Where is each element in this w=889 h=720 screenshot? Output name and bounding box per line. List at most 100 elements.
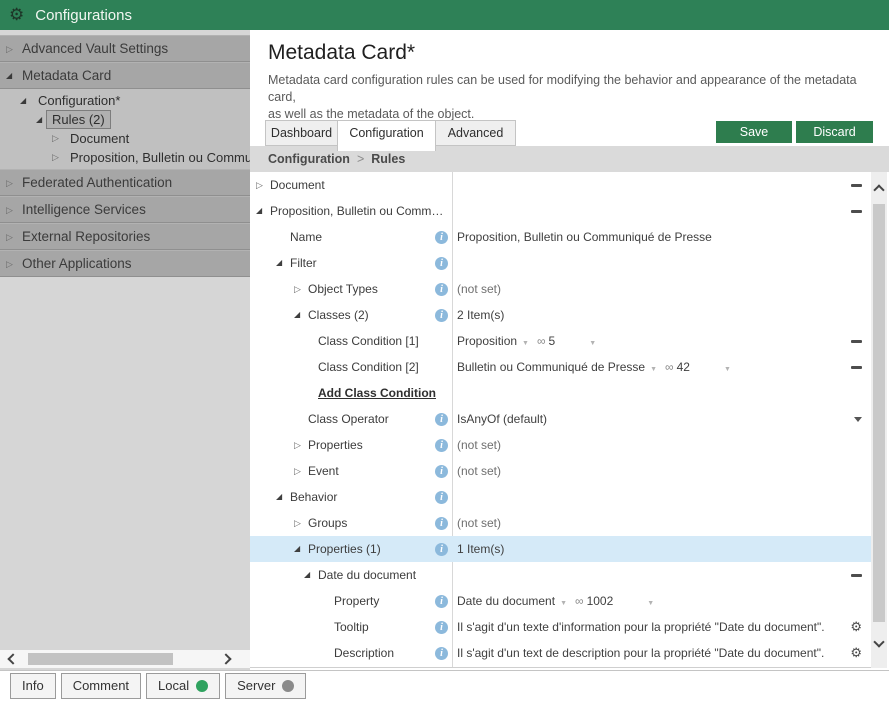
collapsed-expander-icon[interactable]: ▷ (6, 251, 13, 277)
dropdown-icon[interactable] (854, 417, 862, 422)
grid-row-date-du-document[interactable]: ◢ Date du document (250, 562, 871, 588)
grid-row-event[interactable]: ▷Eventi(not set) (250, 458, 871, 484)
remove-row-button[interactable] (851, 574, 862, 577)
info-icon: i (435, 517, 448, 530)
expanded-expander-icon[interactable]: ◢ (256, 198, 262, 224)
statusbar-tab-label: Server (237, 674, 275, 698)
add-class-condition-link[interactable]: Add Class Condition (318, 380, 436, 406)
vertical-scrollbar[interactable] (871, 172, 887, 668)
picker-id[interactable]: 1002 (587, 594, 614, 608)
grid-row-document[interactable]: ▷Document (250, 172, 871, 198)
collapsed-expander-icon[interactable]: ▷ (294, 510, 301, 536)
statusbar-tab-info[interactable]: Info (10, 673, 56, 699)
grid-row-label: Date du document (318, 562, 416, 588)
expanded-expander-icon[interactable]: ◢ (294, 302, 300, 328)
sidebar-item-other-applications[interactable]: ▷Other Applications (0, 250, 250, 277)
grid-row-proposition-bulletin-ou-communiqu-de-presse[interactable]: ◢Proposition, Bulletin ou Communiqué de … (250, 198, 871, 224)
sidebar-item-metadata-card[interactable]: ◢Metadata Card (0, 62, 250, 89)
grid-row-classes-2[interactable]: ◢Classes (2)i2 Item(s) (250, 302, 871, 328)
picker-id[interactable]: 42 (677, 360, 690, 374)
dropdown-icon[interactable]: ▼ (560, 600, 567, 607)
grid-row-properties-1[interactable]: ◢Properties (1)i1 Item(s) (250, 536, 871, 562)
collapsed-expander-icon[interactable]: ▷ (294, 276, 301, 302)
expanded-expander-icon[interactable]: ◢ (20, 91, 26, 110)
grid-row-properties[interactable]: ▷Propertiesi(not set) (250, 432, 871, 458)
row-controls (851, 562, 862, 588)
grid-row-value: Proposition▼∞5▼ (457, 328, 601, 357)
tab-dashboard[interactable]: Dashboard (265, 120, 338, 146)
status-bar: InfoComment Local Server (0, 670, 889, 720)
tab-advanced[interactable]: Advanced (435, 120, 516, 146)
dropdown-icon[interactable]: ▼ (647, 600, 654, 607)
remove-row-button[interactable] (851, 184, 862, 187)
grid-row-description[interactable]: DescriptioniIl s'agit d'un text de descr… (250, 640, 871, 666)
value-text: Proposition, Bulletin ou Communiqué de P… (457, 230, 712, 244)
dropdown-icon[interactable]: ▼ (724, 366, 731, 373)
sidebar-tree-item-document[interactable]: ▷Document (0, 129, 250, 148)
statusbar-tab-label: Local (158, 674, 189, 698)
statusbar-tab-server[interactable]: Server (225, 673, 306, 699)
scroll-down-icon[interactable] (873, 636, 884, 647)
grid-row-property[interactable]: PropertyiDate du document▼∞1002▼ (250, 588, 871, 614)
scroll-left-icon[interactable] (7, 653, 18, 664)
dropdown-icon[interactable]: ▼ (589, 340, 596, 347)
breadcrumb-item-configuration[interactable]: Configuration (268, 152, 350, 166)
breadcrumb-item-rules[interactable]: Rules (371, 152, 405, 166)
settings-gear-icon[interactable]: ⚙ (850, 645, 862, 661)
picker-value[interactable]: Bulletin ou Communiqué de Presse (457, 360, 645, 374)
grid-row-filter[interactable]: ◢Filteri (250, 250, 871, 276)
horizontal-scrollbar[interactable] (0, 650, 250, 668)
sidebar-item-advanced-vault-settings[interactable]: ▷Advanced Vault Settings (0, 35, 250, 62)
expanded-expander-icon[interactable]: ◢ (36, 110, 42, 129)
grid-row-class-operator[interactable]: Class OperatoriIsAnyOf (default) (250, 406, 871, 432)
grid-row-groups[interactable]: ▷Groupsi(not set) (250, 510, 871, 536)
collapsed-expander-icon[interactable]: ▷ (6, 36, 13, 62)
settings-gear-icon[interactable]: ⚙ (850, 619, 862, 635)
vertical-scroll-thumb[interactable] (873, 204, 885, 622)
grid-row-behavior[interactable]: ◢Behaviori (250, 484, 871, 510)
dropdown-icon[interactable]: ▼ (522, 340, 529, 347)
statusbar-tab-local[interactable]: Local (146, 673, 220, 699)
picker-value[interactable]: Proposition (457, 334, 517, 348)
remove-row-button[interactable] (851, 210, 862, 213)
collapsed-expander-icon[interactable]: ▷ (256, 172, 263, 198)
sidebar-item-label: Intelligence Services (22, 197, 146, 223)
expanded-expander-icon[interactable]: ◢ (304, 562, 310, 588)
expanded-expander-icon[interactable]: ◢ (276, 484, 282, 510)
collapsed-expander-icon[interactable]: ▷ (52, 148, 59, 167)
scroll-right-icon[interactable] (220, 653, 231, 664)
grid-row-class-condition-2[interactable]: Class Condition [2]Bulletin ou Communiqu… (250, 354, 871, 380)
info-icon: i (435, 283, 448, 296)
expanded-expander-icon[interactable]: ◢ (294, 536, 300, 562)
collapsed-expander-icon[interactable]: ▷ (6, 197, 13, 223)
grid-row-class-condition-1[interactable]: Class Condition [1]Proposition▼∞5▼ (250, 328, 871, 354)
remove-row-button[interactable] (851, 340, 862, 343)
picker-value[interactable]: Date du document (457, 594, 555, 608)
grid-row-object-types[interactable]: ▷Object Typesi(not set) (250, 276, 871, 302)
grid-row-name[interactable]: NameiProposition, Bulletin ou Communiqué… (250, 224, 871, 250)
scroll-up-icon[interactable] (873, 184, 884, 195)
sidebar-tree-item-configuration[interactable]: ◢Configuration* (0, 91, 250, 110)
collapsed-expander-icon[interactable]: ▷ (6, 170, 13, 196)
expanded-expander-icon[interactable]: ◢ (6, 63, 12, 89)
grid-row-add-class-condition[interactable]: Add Class Condition (250, 380, 871, 406)
grid-row-tooltip[interactable]: TooltipiIl s'agit d'un texte d'informati… (250, 614, 871, 640)
collapsed-expander-icon[interactable]: ▷ (294, 432, 301, 458)
tab-configuration[interactable]: Configuration (337, 120, 436, 151)
save-button[interactable]: Save (716, 121, 792, 143)
sidebar-tree-item-proposition-bulletin-ou-communiqu-de-presse[interactable]: ▷Proposition, Bulletin ou Communiqué de … (0, 148, 250, 167)
dropdown-icon[interactable]: ▼ (650, 366, 657, 373)
statusbar-tab-comment[interactable]: Comment (61, 673, 141, 699)
discard-button[interactable]: Discard (796, 121, 873, 143)
sidebar-tree-item-rules-2[interactable]: ◢Rules (2) (0, 110, 250, 129)
collapsed-expander-icon[interactable]: ▷ (294, 458, 301, 484)
sidebar-item-intelligence-services[interactable]: ▷ Intelligence Services (0, 196, 250, 223)
sidebar-item-federated-authentication[interactable]: ▷Federated Authentication (0, 169, 250, 196)
expanded-expander-icon[interactable]: ◢ (276, 250, 282, 276)
sidebar-item-external-repositories[interactable]: ▷External Repositories (0, 223, 250, 250)
remove-row-button[interactable] (851, 366, 862, 369)
picker-id[interactable]: 5 (549, 334, 556, 348)
horizontal-scroll-thumb[interactable] (28, 653, 173, 665)
collapsed-expander-icon[interactable]: ▷ (52, 129, 59, 148)
collapsed-expander-icon[interactable]: ▷ (6, 224, 13, 250)
